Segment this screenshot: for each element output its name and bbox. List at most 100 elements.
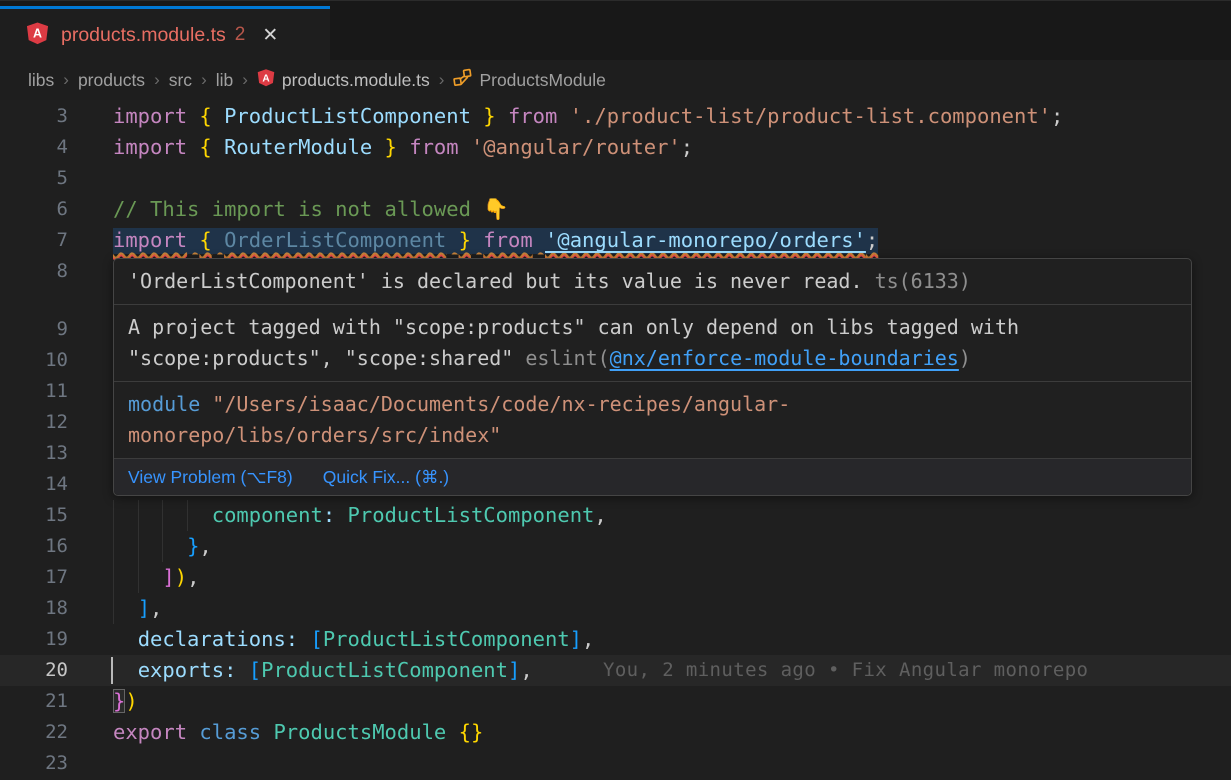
module-path-line1: "/Users/isaac/Documents/code/nx-recipes/… [200,392,790,416]
code-line[interactable]: 20 exports: [ProductListComponent],You, … [0,655,1231,686]
code-token [113,658,138,682]
hover-popup: 'OrderListComponent' is declared but its… [113,258,1192,496]
line-number: 9 [0,314,68,345]
code-token: OrderListComponent [224,228,446,252]
code-token [471,104,483,128]
code-token [446,720,458,744]
code-token [261,720,273,744]
breadcrumb-separator: › [54,70,78,90]
code-line[interactable]: 18 ], [0,593,1231,624]
breadcrumb-item-lib[interactable]: lib [216,70,234,91]
code-token [187,228,199,252]
code-token: ) [125,689,137,713]
code-token: { [199,104,211,128]
close-icon[interactable]: ✕ [262,26,278,45]
code-token: import [113,135,187,159]
code-line[interactable]: 16 }, [0,531,1231,562]
view-problem-button[interactable]: View Problem (⌥F8) [128,467,293,488]
line-number: 16 [0,531,68,562]
breadcrumb-item-symbol[interactable]: ProductsModule [453,68,605,92]
eslint-diagnostic-line2: "scope:products", "scope:shared" [128,346,525,370]
code-text: }) [113,686,138,717]
vscode-window: A products.module.ts 2 ✕ libs › products… [0,0,1231,780]
code-token: , [582,627,594,651]
code-token: '@angular/router' [471,135,681,159]
line-number: 18 [0,593,68,624]
code-line[interactable]: 15 component: ProductListComponent, [0,500,1231,531]
code-token [533,228,545,252]
code-token: , [199,534,211,558]
editor-pane[interactable]: 3import { ProductListComponent } from '.… [0,100,1231,780]
quick-fix-button[interactable]: Quick Fix... (⌘.) [323,467,449,488]
code-line[interactable]: 7import { OrderListComponent } from '@an… [0,225,1231,256]
eslint-source-prefix: eslint( [525,346,609,370]
code-token: component [212,503,323,527]
code-token: { [199,135,211,159]
code-line[interactable]: 22export class ProductsModule {} [0,717,1231,748]
tab-products-module[interactable]: A products.module.ts 2 ✕ [0,6,330,61]
code-token: from [409,135,458,159]
code-line[interactable]: 17 ]), [0,562,1231,593]
tab-problem-count: 2 [235,24,246,46]
indent-guide [138,562,139,593]
code-token [212,135,224,159]
code-line[interactable]: 3import { ProductListComponent } from '.… [0,101,1231,132]
code-token [459,135,471,159]
indent-guide [113,531,114,562]
class-symbol-icon [453,68,472,92]
code-token: } [483,104,495,128]
code-token: {} [459,720,484,744]
indent-guide [113,562,114,593]
code-token [187,135,199,159]
line-number: 14 [0,469,68,500]
code-token: } [385,135,397,159]
code-line[interactable]: 4import { RouterModule } from '@angular/… [0,132,1231,163]
code-token: ProductsModule [273,720,446,744]
line-number: 3 [0,101,68,132]
code-token: export [113,720,187,744]
line-number: 7 [0,225,68,256]
code-token [113,627,138,651]
code-token: ProductListComponent [323,627,570,651]
code-line[interactable]: 23 [0,748,1231,779]
eslint-diagnostic-line1: A project tagged with "scope:products" c… [128,315,1019,339]
breadcrumb-item-libs[interactable]: libs [28,70,54,91]
code-token: ] [508,658,520,682]
breadcrumb-item-file[interactable]: A products.module.ts [257,68,430,92]
breadcrumb-item-products[interactable]: products [78,70,145,91]
code-token: from [508,104,557,128]
code-token: , [187,565,199,589]
code-token: exports: [138,658,237,682]
code-token [335,503,347,527]
indent-guide [187,500,188,531]
code-line[interactable]: 19 declarations: [ProductListComponent], [0,624,1231,655]
ts-diagnostic-text: 'OrderListComponent' is declared but its… [128,269,863,293]
hover-module-block: module "/Users/isaac/Documents/code/nx-r… [114,382,1191,459]
code-token [397,135,409,159]
tab-bar: A products.module.ts 2 ✕ [0,0,1231,60]
svg-text:A: A [33,26,42,40]
code-token [187,720,199,744]
line-number: 5 [0,163,68,194]
indent-guide [162,531,163,562]
line-number: 19 [0,624,68,655]
breadcrumb-item-src[interactable]: src [169,70,192,91]
breadcrumb-separator: › [192,70,216,90]
module-specifier-link[interactable]: '@angular-monorepo/orders' [545,228,866,252]
code-line[interactable]: 6// This import is not allowed 👇 [0,194,1231,225]
eslint-rule-link[interactable]: @nx/enforce-module-boundaries [610,346,959,370]
angular-icon: A [257,68,275,92]
code-token: class [199,720,261,744]
code-token: } [113,689,125,713]
indent-guide [138,531,139,562]
line-number: 8 [0,256,68,287]
code-text: import { RouterModule } from '@angular/r… [113,132,693,163]
breadcrumb-separator: › [145,70,169,90]
breadcrumb-symbol-label: ProductsModule [479,70,605,91]
code-token: [ [310,627,322,651]
code-token: declarations: [138,627,298,651]
code-token: from [483,228,532,252]
code-line[interactable]: 21}) [0,686,1231,717]
code-token: ) [175,565,187,589]
code-line[interactable]: 5 [0,163,1231,194]
